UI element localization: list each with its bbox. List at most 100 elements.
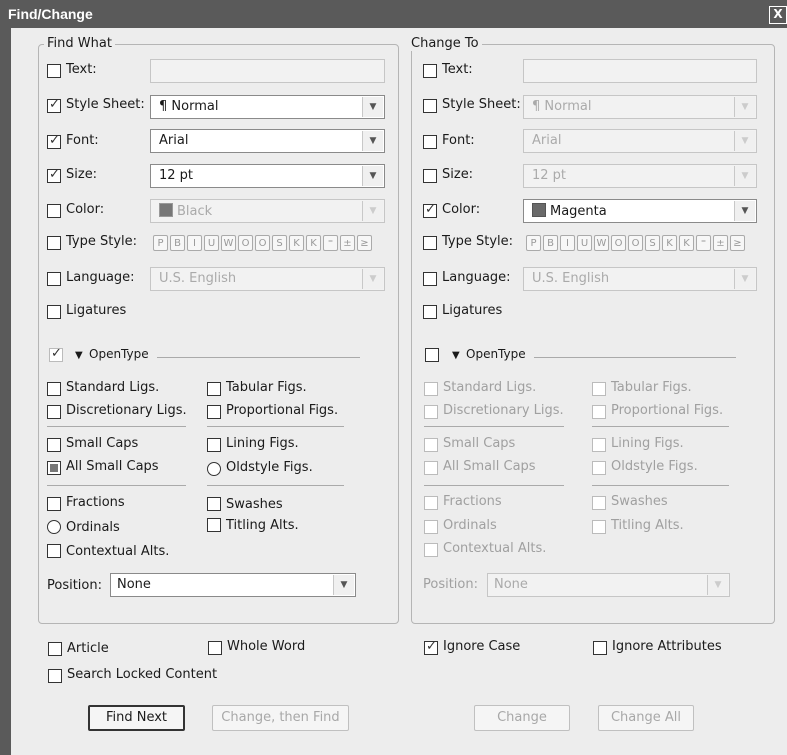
chevron-down-icon[interactable]: ▼ bbox=[734, 97, 755, 117]
find-opentype-checkbox[interactable] bbox=[49, 346, 63, 362]
find-ordinals-checkbox[interactable] bbox=[47, 520, 61, 534]
all-caps-style-icon[interactable]: K bbox=[289, 235, 304, 251]
chevron-down-icon[interactable]: ▼ bbox=[362, 269, 383, 289]
shadow-style-icon[interactable]: S bbox=[272, 235, 287, 251]
change-lining-figs-checkbox[interactable] bbox=[592, 438, 606, 452]
find-language-checkbox[interactable] bbox=[47, 272, 61, 286]
find-discretionary-ligs-checkbox[interactable] bbox=[47, 405, 61, 419]
superior-style-icon[interactable]: ≥ bbox=[357, 235, 372, 251]
small-caps-style-icon[interactable]: K bbox=[306, 235, 321, 251]
change-proportional-figs-checkbox[interactable] bbox=[592, 405, 606, 419]
change-opentype-checkbox[interactable] bbox=[425, 348, 439, 362]
find-ligatures-checkbox[interactable] bbox=[47, 305, 61, 319]
change-color-select[interactable]: Magenta ▼ bbox=[523, 199, 757, 223]
change-style-sheet-select[interactable]: ¶ Normal ▼ bbox=[523, 95, 757, 119]
change-then-find-button[interactable]: Change, then Find bbox=[212, 705, 349, 731]
find-tabular-figs-checkbox[interactable] bbox=[207, 382, 221, 396]
find-contextual-alts-checkbox[interactable] bbox=[47, 544, 61, 558]
change-color-checkbox[interactable] bbox=[423, 202, 437, 218]
all-caps-style-icon[interactable]: K bbox=[662, 235, 677, 251]
word-underline-style-icon[interactable]: W bbox=[221, 235, 236, 251]
ignore-attributes-checkbox[interactable] bbox=[593, 641, 607, 655]
chevron-down-icon[interactable]: ▼ bbox=[362, 131, 383, 151]
change-font-checkbox[interactable] bbox=[423, 135, 437, 149]
superior-style-icon[interactable]: ≥ bbox=[730, 235, 745, 251]
change-small-caps-checkbox[interactable] bbox=[424, 438, 438, 452]
find-oldstyle-figs-checkbox[interactable] bbox=[207, 462, 221, 476]
change-button[interactable]: Change bbox=[474, 705, 570, 731]
chevron-down-icon[interactable]: ▼ bbox=[734, 131, 755, 151]
word-underline-style-icon[interactable]: W bbox=[594, 235, 609, 251]
find-color-select[interactable]: Black ▼ bbox=[150, 199, 385, 223]
find-standard-ligs-checkbox[interactable] bbox=[47, 382, 61, 396]
change-titling-alts-checkbox[interactable] bbox=[592, 520, 606, 534]
chevron-down-icon[interactable]: ▼ bbox=[333, 575, 354, 595]
find-text-checkbox[interactable] bbox=[47, 64, 61, 78]
subscript-style-icon[interactable]: ± bbox=[713, 235, 728, 251]
bold-style-icon[interactable]: B bbox=[170, 235, 185, 251]
find-next-button[interactable]: Find Next bbox=[88, 705, 185, 731]
find-language-select[interactable]: U.S. English ▼ bbox=[150, 267, 385, 291]
outline-style-icon[interactable]: O bbox=[255, 235, 270, 251]
bold-style-icon[interactable]: B bbox=[543, 235, 558, 251]
find-lining-figs-checkbox[interactable] bbox=[207, 438, 221, 452]
change-all-button[interactable]: Change All bbox=[598, 705, 694, 731]
outline-style-icon[interactable]: O bbox=[628, 235, 643, 251]
change-discretionary-ligs-checkbox[interactable] bbox=[424, 405, 438, 419]
change-size-select[interactable]: 12 pt ▼ bbox=[523, 164, 757, 188]
find-swashes-checkbox[interactable] bbox=[207, 497, 221, 511]
find-font-select[interactable]: Arial ▼ bbox=[150, 129, 385, 153]
change-swashes-checkbox[interactable] bbox=[592, 496, 606, 510]
shadow-style-icon[interactable]: S bbox=[645, 235, 660, 251]
small-caps-style-icon[interactable]: K bbox=[679, 235, 694, 251]
change-language-select[interactable]: U.S. English ▼ bbox=[523, 267, 757, 291]
change-language-checkbox[interactable] bbox=[423, 272, 437, 286]
superscript-style-icon[interactable]: ⁼ bbox=[323, 235, 338, 251]
find-style-sheet-checkbox[interactable] bbox=[47, 97, 61, 113]
change-standard-ligs-checkbox[interactable] bbox=[424, 382, 438, 396]
italic-style-icon[interactable]: I bbox=[187, 235, 202, 251]
find-size-checkbox[interactable] bbox=[47, 167, 61, 183]
change-oldstyle-figs-checkbox[interactable] bbox=[592, 461, 606, 475]
find-color-checkbox[interactable] bbox=[47, 204, 61, 218]
chevron-down-icon[interactable]: ▼ bbox=[362, 201, 383, 221]
strikethrough-style-icon[interactable]: O bbox=[611, 235, 626, 251]
chevron-down-icon[interactable]: ▼ bbox=[734, 201, 755, 221]
change-style-sheet-checkbox[interactable] bbox=[423, 99, 437, 113]
change-all-small-caps-checkbox[interactable] bbox=[424, 461, 438, 475]
disclosure-triangle-icon[interactable]: ▼ bbox=[75, 350, 83, 361]
subscript-style-icon[interactable]: ± bbox=[340, 235, 355, 251]
change-contextual-alts-checkbox[interactable] bbox=[424, 543, 438, 557]
chevron-down-icon[interactable]: ▼ bbox=[707, 575, 728, 595]
underline-style-icon[interactable]: U bbox=[204, 235, 219, 251]
find-style-sheet-select[interactable]: ¶ Normal ▼ bbox=[150, 95, 385, 119]
chevron-down-icon[interactable]: ▼ bbox=[362, 166, 383, 186]
italic-style-icon[interactable]: I bbox=[560, 235, 575, 251]
change-position-select[interactable]: None ▼ bbox=[487, 573, 730, 597]
strikethrough-style-icon[interactable]: O bbox=[238, 235, 253, 251]
article-checkbox[interactable] bbox=[48, 642, 62, 656]
find-all-small-caps-checkbox[interactable] bbox=[47, 461, 61, 475]
find-titling-alts-checkbox[interactable] bbox=[207, 518, 221, 532]
find-font-checkbox[interactable] bbox=[47, 133, 61, 149]
change-ligatures-checkbox[interactable] bbox=[423, 305, 437, 319]
find-text-input[interactable] bbox=[150, 59, 385, 83]
chevron-down-icon[interactable]: ▼ bbox=[734, 166, 755, 186]
find-fractions-checkbox[interactable] bbox=[47, 497, 61, 511]
whole-word-checkbox[interactable] bbox=[208, 641, 222, 655]
underline-style-icon[interactable]: U bbox=[577, 235, 592, 251]
change-tabular-figs-checkbox[interactable] bbox=[592, 382, 606, 396]
change-font-select[interactable]: Arial ▼ bbox=[523, 129, 757, 153]
change-fractions-checkbox[interactable] bbox=[424, 496, 438, 510]
find-size-select[interactable]: 12 pt ▼ bbox=[150, 164, 385, 188]
find-proportional-figs-checkbox[interactable] bbox=[207, 405, 221, 419]
find-position-select[interactable]: None ▼ bbox=[110, 573, 356, 597]
change-type-style-checkbox[interactable] bbox=[423, 236, 437, 250]
find-type-style-checkbox[interactable] bbox=[47, 236, 61, 250]
change-ordinals-checkbox[interactable] bbox=[424, 520, 438, 534]
plain-style-icon[interactable]: P bbox=[526, 235, 541, 251]
disclosure-triangle-icon[interactable]: ▼ bbox=[452, 350, 460, 361]
change-text-input[interactable] bbox=[523, 59, 757, 83]
superscript-style-icon[interactable]: ⁼ bbox=[696, 235, 711, 251]
change-text-checkbox[interactable] bbox=[423, 64, 437, 78]
